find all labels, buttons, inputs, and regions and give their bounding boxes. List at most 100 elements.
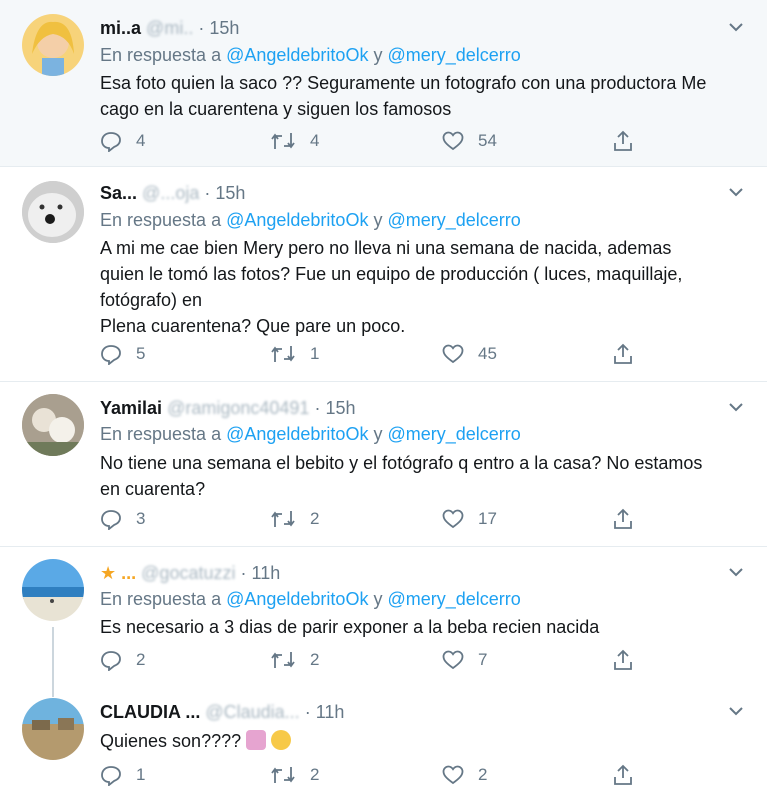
retweet-icon [271, 767, 295, 783]
display-name[interactable]: CLAUDIA ... [100, 702, 200, 722]
like-icon [442, 650, 464, 670]
mention-link[interactable]: @AngeldebritoOk [226, 424, 368, 444]
share-button[interactable] [612, 649, 634, 671]
mention-link[interactable]: @mery_delcerro [387, 45, 520, 65]
tweet-header: Yamilai @ramigonc40491 · 15h [100, 398, 356, 419]
reply-icon [101, 766, 121, 786]
like-button[interactable]: 45 [442, 343, 497, 365]
reply-thread: mi..a @mi.. · 15h En respuesta a @Angeld… [0, 0, 767, 797]
tweet[interactable]: CLAUDIA ... @Claudia... · 11h Quienes so… [0, 690, 767, 797]
reply-button[interactable]: 5 [100, 343, 145, 365]
username[interactable]: @ramigonc40491 [167, 398, 309, 418]
chevron-down-icon[interactable] [729, 567, 743, 577]
like-icon [442, 509, 464, 529]
share-button[interactable] [612, 508, 634, 530]
display-name[interactable]: mi..a [100, 18, 141, 38]
retweet-button[interactable]: 2 [270, 508, 319, 530]
avatar[interactable] [22, 181, 84, 243]
retweet-button[interactable]: 2 [270, 764, 319, 786]
mention-link[interactable]: @AngeldebritoOk [226, 45, 368, 65]
like-count: 54 [478, 131, 497, 150]
tweet[interactable]: mi..a @mi.. · 15h En respuesta a @Angeld… [0, 0, 767, 167]
reply-button[interactable]: 2 [100, 649, 145, 671]
reply-button[interactable]: 4 [100, 130, 145, 152]
tweet-actions: 5 1 45 [100, 343, 660, 369]
like-count: 17 [478, 509, 497, 528]
retweet-button[interactable]: 2 [270, 649, 319, 671]
like-count: 7 [478, 650, 488, 669]
share-icon [614, 130, 632, 151]
retweet-icon [271, 133, 295, 149]
timestamp[interactable]: 15h [215, 183, 245, 203]
tweet-text: Es necesario a 3 dias de parir exponer a… [100, 614, 740, 640]
display-name[interactable]: Sa... [100, 183, 137, 203]
mention-link[interactable]: @AngeldebritoOk [226, 210, 368, 230]
reply-prefix: En respuesta a [100, 424, 222, 444]
reply-icon [101, 510, 121, 530]
avatar[interactable] [22, 559, 84, 621]
like-button[interactable]: 2 [442, 764, 487, 786]
retweet-button[interactable]: 1 [270, 343, 319, 365]
display-name[interactable]: ★ ... [100, 563, 136, 583]
tweet-actions: 1 2 2 [100, 764, 660, 790]
time-separator: · [204, 183, 211, 203]
reply-and: y [373, 45, 383, 65]
reply-prefix: En respuesta a [100, 589, 222, 609]
mention-link[interactable]: @AngeldebritoOk [226, 589, 368, 609]
username[interactable]: @...oja [142, 183, 199, 203]
chevron-down-icon[interactable] [729, 22, 743, 32]
mention-link[interactable]: @mery_delcerro [387, 424, 520, 444]
like-button[interactable]: 54 [442, 130, 497, 152]
tweet[interactable]: Yamilai @ramigonc40491 · 15h En respuest… [0, 382, 767, 547]
reply-prefix: En respuesta a [100, 45, 222, 65]
display-name[interactable]: Yamilai [100, 398, 162, 418]
reply-count: 2 [136, 650, 146, 669]
chevron-down-icon[interactable] [729, 706, 743, 716]
chevron-down-icon[interactable] [729, 187, 743, 197]
tweet-header: mi..a @mi.. · 15h [100, 18, 239, 39]
avatar[interactable] [22, 698, 84, 760]
timestamp[interactable]: 15h [325, 398, 355, 418]
reply-button[interactable]: 3 [100, 508, 145, 530]
share-button[interactable] [612, 764, 634, 786]
like-count: 2 [478, 765, 488, 784]
timestamp[interactable]: 11h [316, 702, 345, 722]
reply-button[interactable]: 1 [100, 764, 145, 786]
like-button[interactable]: 17 [442, 508, 497, 530]
like-icon [442, 131, 464, 151]
reply-and: y [373, 589, 383, 609]
reply-icon [101, 345, 121, 365]
share-icon [614, 343, 632, 364]
like-button[interactable]: 7 [442, 649, 487, 671]
confused-face-emoji-icon [271, 730, 292, 750]
username[interactable]: @mi.. [146, 18, 193, 38]
reply-context: En respuesta a @AngeldebritoOk y @mery_d… [100, 589, 521, 610]
mention-link[interactable]: @mery_delcerro [387, 210, 520, 230]
username[interactable]: @Claudia... [205, 702, 299, 722]
tweet-text: Quienes son???? [100, 728, 740, 754]
avatar[interactable] [22, 394, 84, 456]
tweet-actions: 4 4 54 [100, 130, 660, 156]
tweet-header: ★ ... @gocatuzzi · 11h [100, 563, 280, 584]
username[interactable]: @gocatuzzi [141, 563, 235, 583]
timestamp[interactable]: 11h [252, 563, 281, 583]
tweet-text-line: Quienes son???? [100, 728, 740, 754]
retweet-count: 2 [310, 650, 320, 669]
share-button[interactable] [612, 130, 634, 152]
reply-count: 3 [136, 509, 146, 528]
avatar[interactable] [22, 14, 84, 76]
timestamp[interactable]: 15h [209, 18, 239, 38]
share-button[interactable] [612, 343, 634, 365]
like-count: 45 [478, 344, 497, 363]
tweet[interactable]: Sa... @...oja · 15h En respuesta a @Ange… [0, 167, 767, 382]
tweet-text-line: Plena cuarentena? Que pare un poco. [100, 316, 406, 336]
share-icon [614, 649, 632, 670]
tweet[interactable]: ★ ... @gocatuzzi · 11h En respuesta a @A… [0, 547, 767, 697]
chevron-down-icon[interactable] [729, 402, 743, 412]
mention-link[interactable]: @mery_delcerro [387, 589, 520, 609]
reply-and: y [373, 210, 383, 230]
reply-count: 5 [136, 344, 146, 363]
retweet-button[interactable]: 4 [270, 130, 319, 152]
woman-shrugging-emoji-icon [246, 730, 267, 750]
reply-context: En respuesta a @AngeldebritoOk y @mery_d… [100, 210, 521, 231]
